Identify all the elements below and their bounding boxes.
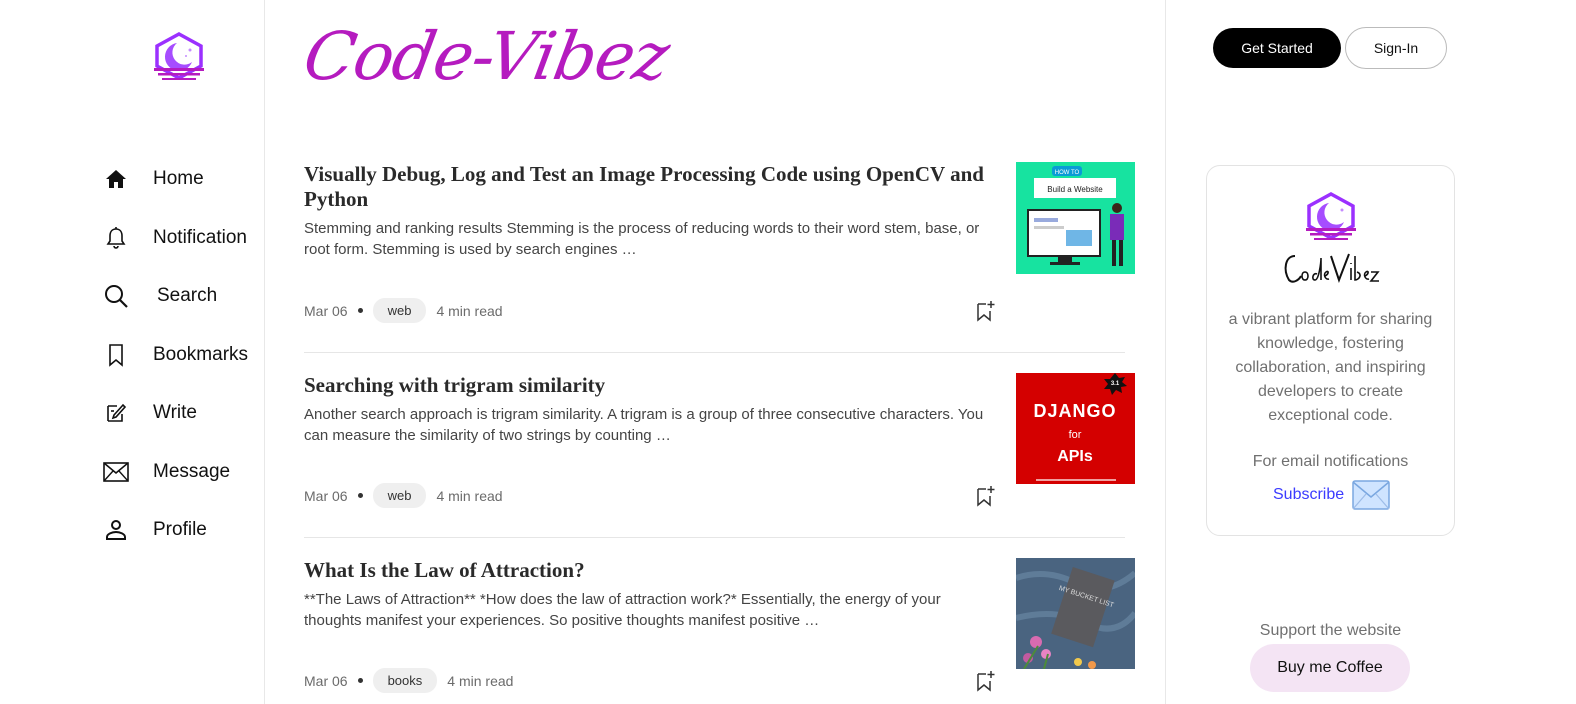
sidebar-item-home[interactable]: Home	[102, 150, 248, 209]
article-date: Mar 06	[304, 487, 348, 504]
article-meta: Mar 06 books 4 min read	[304, 668, 513, 693]
sidebar-item-label: Profile	[153, 519, 207, 541]
article-meta: Mar 06 web 4 min read	[304, 483, 503, 508]
add-bookmark-icon[interactable]	[974, 300, 996, 322]
logo-icon[interactable]	[152, 32, 206, 82]
article-thumbnail[interactable]: MY BUCKET LIST	[1016, 558, 1135, 669]
left-sidebar: Home Notification Search Bookmarks Write…	[0, 0, 265, 704]
sidebar-item-label: Message	[153, 460, 231, 482]
article-divider	[304, 537, 1125, 538]
article-tag[interactable]: books	[372, 668, 438, 693]
buy-me-coffee-button[interactable]: Buy me Coffee	[1250, 644, 1410, 692]
article-tag[interactable]: web	[372, 298, 427, 323]
get-started-button[interactable]: Get Started	[1213, 28, 1341, 68]
article-meta: Mar 06 web 4 min read	[304, 298, 503, 323]
sidebar-item-bookmarks[interactable]: Bookmarks	[102, 326, 248, 385]
sidebar-item-write[interactable]: Write	[102, 384, 248, 443]
brand-title[interactable]: Code-Vibez	[298, 18, 674, 95]
email-notifications-label: For email notifications	[1252, 453, 1409, 470]
separator-dot	[357, 493, 363, 498]
add-bookmark-icon[interactable]	[974, 670, 996, 692]
article-read-time: 4 min read	[436, 487, 503, 504]
thumb-line3: APIs	[1057, 448, 1093, 465]
search-icon	[102, 282, 130, 310]
thumb-line2: for	[1069, 429, 1082, 441]
article-excerpt: **The Laws of Attraction** *How does the…	[304, 591, 941, 629]
article-tag[interactable]: web	[372, 483, 427, 508]
article-thumbnail[interactable]: HOW TO Build a Website	[1016, 162, 1135, 274]
sign-in-button[interactable]: Sign-In	[1345, 27, 1447, 69]
article-divider	[304, 352, 1125, 353]
article-read-time: 4 min read	[436, 302, 503, 319]
envelope-icon	[102, 458, 130, 486]
bell-icon	[102, 224, 130, 252]
mail-icon	[1352, 480, 1390, 510]
thumb-line1: DJANGO	[1033, 401, 1116, 421]
article-excerpt: Stemming and ranking results Stemming is…	[304, 220, 980, 258]
article-card: Visually Debug, Log and Test an Image Pr…	[304, 162, 1135, 323]
subscribe-label: Subscribe	[1273, 486, 1345, 503]
separator-dot	[357, 308, 363, 313]
home-icon	[102, 165, 130, 193]
thumb-caption: Build a Website	[1047, 185, 1103, 194]
bookmark-icon	[102, 341, 130, 369]
write-icon	[102, 399, 130, 427]
article-excerpt: Another search approach is trigram simil…	[304, 406, 984, 444]
sidebar-item-message[interactable]: Message	[102, 443, 248, 502]
support-label: Support the website	[1259, 622, 1402, 639]
article-thumbnail[interactable]: 3.1 DJANGO for APIs	[1016, 373, 1135, 484]
about-card: a vibrant platform for sharing knowledge…	[1206, 165, 1455, 536]
about-description: a vibrant platform for sharing knowledge…	[1228, 311, 1433, 424]
thumb-badge: HOW TO	[1055, 170, 1080, 176]
sidebar-item-label: Bookmarks	[153, 343, 249, 365]
sidebar-item-label: Search	[157, 285, 218, 307]
article-title[interactable]: What Is the Law of Attraction?	[304, 558, 994, 583]
article-title[interactable]: Visually Debug, Log and Test an Image Pr…	[304, 162, 994, 212]
user-icon	[102, 516, 130, 544]
sidebar-item-label: Write	[153, 402, 197, 424]
separator-dot	[357, 678, 363, 683]
codevibez-script-logo	[1281, 250, 1381, 288]
article-date: Mar 06	[304, 672, 348, 689]
app-root: Home Notification Search Bookmarks Write…	[0, 0, 1576, 704]
article-title[interactable]: Searching with trigram similarity	[304, 373, 994, 398]
subscribe-link[interactable]: Subscribe	[1273, 480, 1390, 510]
sidebar-nav: Home Notification Search Bookmarks Write…	[102, 150, 248, 560]
sidebar-item-label: Notification	[153, 226, 247, 248]
main-feed: Code-Vibez Visually Debug, Log and Test …	[265, 0, 1166, 704]
article-card: What Is the Law of Attraction? **The Law…	[304, 558, 1135, 693]
article-date: Mar 06	[304, 302, 348, 319]
sidebar-item-notification[interactable]: Notification	[102, 209, 248, 268]
logo-icon	[1303, 192, 1359, 242]
sidebar-item-profile[interactable]: Profile	[102, 501, 248, 560]
sidebar-item-search[interactable]: Search	[102, 267, 248, 326]
thumb-version-badge: 3.1	[1111, 381, 1120, 387]
article-read-time: 4 min read	[447, 672, 514, 689]
article-card: Searching with trigram similarity Anothe…	[304, 373, 1135, 508]
sidebar-item-label: Home	[153, 168, 204, 190]
add-bookmark-icon[interactable]	[974, 485, 996, 507]
